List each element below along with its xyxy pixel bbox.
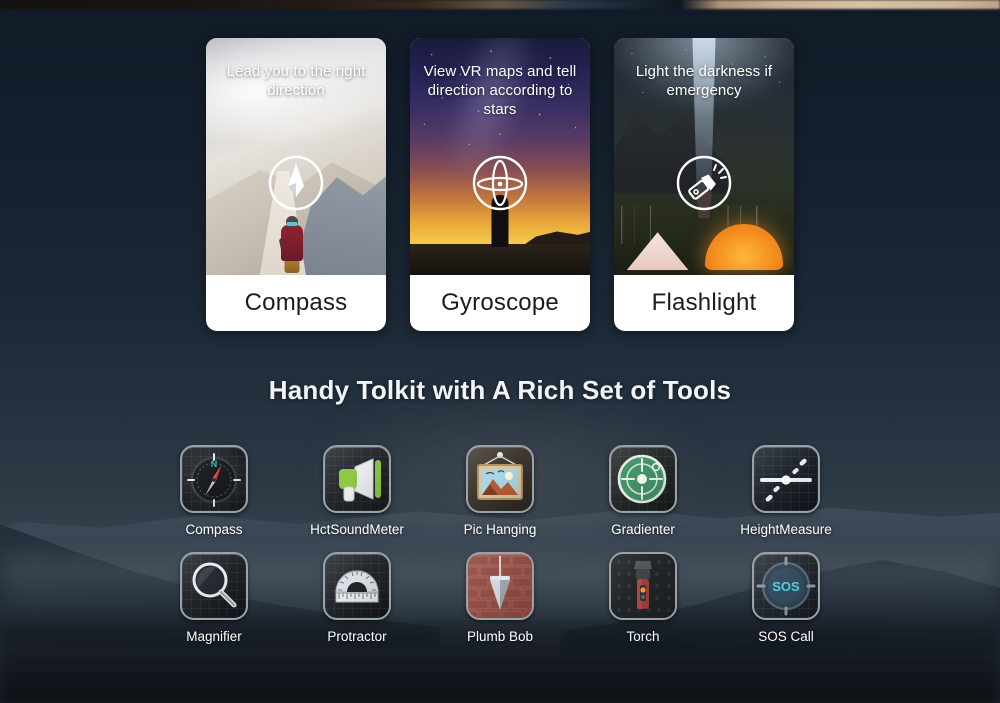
- climber-goggles: [286, 221, 298, 226]
- tool-item-sos-call[interactable]: SOS SOS Call: [727, 552, 845, 644]
- app-promo-screen: Lead you to the right direction Compass: [0, 0, 1000, 703]
- torch-app-icon[interactable]: [609, 552, 677, 620]
- tool-item-heightmeasure[interactable]: HeightMeasure: [727, 445, 845, 537]
- section-title: Handy Tolkit with A Rich Set of Tools: [268, 375, 732, 405]
- background-top-strip: [0, 0, 1000, 9]
- tool-label: SOS Call: [758, 629, 814, 644]
- flashlight-glyph-icon: [674, 153, 734, 213]
- tool-label: HctSoundMeter: [310, 522, 404, 537]
- tool-item-torch[interactable]: Torch: [584, 552, 702, 644]
- card-label-compass: Compass: [244, 289, 348, 316]
- tool-label: Protractor: [327, 629, 387, 644]
- desert-ground: [410, 244, 590, 275]
- climber-body: [281, 225, 304, 262]
- bubble-level-app-icon[interactable]: [609, 445, 677, 513]
- tool-label: Torch: [626, 629, 660, 644]
- feature-card-gyroscope[interactable]: View VR maps and tell direction accordin…: [410, 38, 590, 331]
- magnifier-app-icon[interactable]: [180, 552, 248, 620]
- tool-label: Compass: [185, 522, 243, 537]
- card-caption-compass: Lead you to the right direction: [226, 63, 366, 99]
- card-photo-gyroscope: View VR maps and tell direction accordin…: [410, 38, 590, 275]
- gyroscope-glyph-icon: [470, 153, 530, 213]
- card-photo-flashlight: Light the darkness if emergency: [614, 38, 794, 275]
- feature-card-list: Lead you to the right direction Compass: [0, 38, 1000, 331]
- card-label-gyroscope: Gyroscope: [441, 289, 559, 316]
- tool-label: Gradienter: [611, 522, 675, 537]
- card-label-flashlight: Flashlight: [651, 289, 757, 316]
- tool-row-1: N Compass HctSoundMeter Pic Hanging Grad…: [155, 445, 845, 537]
- tool-item-pic-hanging[interactable]: Pic Hanging: [441, 445, 559, 537]
- tool-item-protractor[interactable]: Protractor: [298, 552, 416, 644]
- card-photo-compass: Lead you to the right direction: [206, 38, 386, 275]
- tool-label: HeightMeasure: [740, 522, 832, 537]
- compass-glyph-icon: [266, 153, 326, 213]
- tool-label: Plumb Bob: [466, 629, 534, 644]
- tool-grid: N Compass HctSoundMeter Pic Hanging Grad…: [155, 445, 845, 659]
- card-caption-gyroscope: View VR maps and tell direction accordin…: [423, 63, 577, 118]
- feature-card-compass[interactable]: Lead you to the right direction Compass: [206, 38, 386, 331]
- tool-item-compass[interactable]: N Compass: [155, 445, 273, 537]
- protractor-app-icon[interactable]: [323, 552, 391, 620]
- feature-card-flashlight[interactable]: Light the darkness if emergency Flashlig…: [614, 38, 794, 331]
- height-measure-app-icon[interactable]: [752, 445, 820, 513]
- tool-item-plumb-bob[interactable]: Plumb Bob: [441, 552, 559, 644]
- sos-app-icon[interactable]: SOS: [752, 552, 820, 620]
- svg-text:N: N: [211, 459, 218, 469]
- sos-badge-text: SOS: [772, 579, 800, 594]
- plumb-bob-app-icon[interactable]: [466, 552, 534, 620]
- tool-item-magnifier[interactable]: Magnifier: [155, 552, 273, 644]
- picture-frame-app-icon[interactable]: [466, 445, 534, 513]
- tool-label: Magnifier: [186, 629, 242, 644]
- megaphone-app-icon[interactable]: [323, 445, 391, 513]
- tool-row-2: Magnifier Protractor Plumb Bob Torch SOS…: [155, 552, 845, 644]
- tool-label: Pic Hanging: [463, 522, 537, 537]
- card-caption-flashlight: Light the darkness if emergency: [635, 63, 773, 99]
- tool-item-hctsoundmeter[interactable]: HctSoundMeter: [298, 445, 416, 537]
- tool-item-gradienter[interactable]: Gradienter: [584, 445, 702, 537]
- compass-app-icon[interactable]: N: [180, 445, 248, 513]
